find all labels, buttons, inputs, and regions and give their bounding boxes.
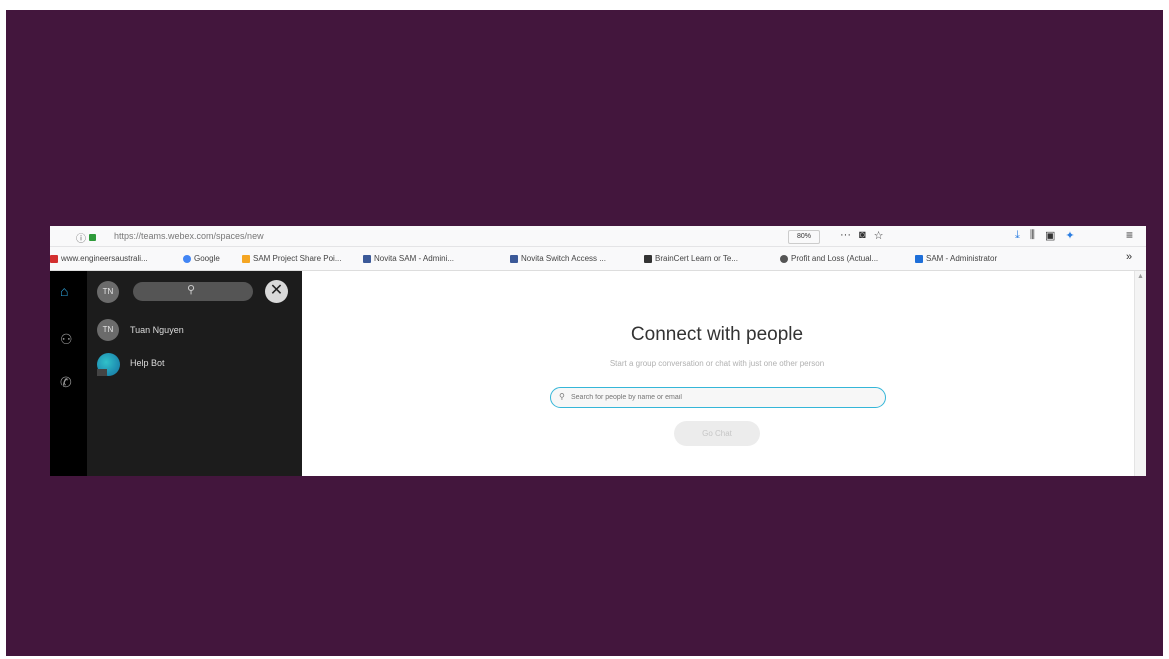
bookmark-star-icon[interactable]: ☆ — [874, 229, 884, 242]
page-title: Connect with people — [630, 324, 804, 345]
bookmark-label: Novita SAM - Admini... — [374, 254, 455, 263]
scroll-up-icon[interactable]: ▲ — [1137, 273, 1144, 280]
bookmark-item[interactable]: SAM - Administrator — [915, 254, 997, 263]
sidebar-toggle-icon[interactable]: ▣ — [1045, 229, 1055, 242]
folder-icon — [242, 254, 250, 263]
toolbar-icons: ⤓ ⫼ ▣ ✦ — [1015, 229, 1075, 242]
url-bar: ⓘ https://teams.webex.com/spaces/new 80%… — [50, 226, 1146, 247]
joomla-icon — [363, 254, 371, 263]
joomla-icon — [510, 254, 518, 263]
url-text[interactable]: https://teams.webex.com/spaces/new — [114, 231, 264, 241]
bookmark-item[interactable]: BrainCert Learn or Te... — [644, 254, 738, 263]
google-icon — [183, 254, 191, 263]
bookmark-label: SAM - Administrator — [926, 254, 998, 263]
more-bookmarks-icon[interactable]: » — [1126, 251, 1132, 263]
download-icon[interactable]: ⤓ — [1015, 229, 1020, 242]
connect-panel: Connect with people Start a group conver… — [302, 271, 1146, 476]
pocket-icon[interactable]: ◙ — [859, 229, 866, 242]
doc-icon — [915, 254, 923, 263]
spaces-panel: TN ⚲ ✕ TN Tuan Nguyen Help Bot — [87, 271, 302, 476]
home-icon[interactable]: ⌂ — [60, 283, 68, 299]
spaces-search[interactable]: ⚲ — [133, 282, 253, 301]
search-icon: ⚲ — [187, 284, 196, 296]
bookmark-label: Google — [194, 254, 220, 263]
page-scrollbar[interactable]: ▲ — [1134, 271, 1146, 476]
bookmark-label: Novita Switch Access ... — [521, 254, 606, 263]
webex-app: ⌂ ⚇ ✆ TN ⚲ ✕ TN Tuan Nguyen Help Bot Con… — [50, 271, 1146, 476]
close-icon: ✕ — [269, 282, 284, 299]
globe-icon — [780, 254, 788, 263]
lock-icon — [89, 234, 96, 241]
zoom-level[interactable]: 80% — [788, 230, 820, 244]
bookmark-icon — [50, 254, 58, 263]
bookmark-item[interactable]: www.engineersaustrali... — [50, 254, 148, 263]
bookmark-item[interactable]: Profit and Loss (Actual... — [780, 254, 878, 263]
people-search-input[interactable] — [571, 391, 871, 403]
bookmark-label: www.engineersaustrali... — [61, 254, 148, 263]
people-search-field[interactable]: ⚲ — [550, 387, 886, 408]
phone-icon[interactable]: ✆ — [60, 374, 72, 391]
teams-icon[interactable]: ⚇ — [60, 331, 73, 348]
presentation-slide: ⓘ https://teams.webex.com/spaces/new 80%… — [6, 10, 1163, 656]
bot-badge-icon — [97, 369, 107, 376]
page-actions-menu-icon[interactable]: ··· — [840, 229, 851, 242]
contact-name: Help Bot — [130, 358, 165, 368]
bookmark-item[interactable]: SAM Project Share Poi... — [242, 254, 341, 263]
extension-icon[interactable]: ✦ — [1065, 229, 1074, 242]
page-subtitle: Start a group conversation or chat with … — [609, 359, 825, 368]
bookmark-item[interactable]: Novita SAM - Admini... — [363, 254, 454, 263]
library-icon[interactable]: ⫼ — [1030, 229, 1035, 242]
braincert-icon — [644, 254, 652, 263]
bookmarks-toolbar: www.engineersaustrali... Google SAM Proj… — [50, 247, 1146, 271]
contact-name: Tuan Nguyen — [130, 325, 184, 335]
go-chat-button[interactable]: Go Chat — [674, 421, 760, 446]
bookmark-label: BrainCert Learn or Te... — [655, 254, 739, 263]
user-avatar[interactable]: TN — [97, 281, 119, 303]
hamburger-menu-icon[interactable]: ≡ — [1126, 228, 1133, 242]
bookmark-item[interactable]: Google — [183, 254, 220, 263]
bookmark-item[interactable]: Novita Switch Access ... — [510, 254, 606, 263]
search-icon: ⚲ — [559, 392, 565, 401]
browser-screenshot: ⓘ https://teams.webex.com/spaces/new 80%… — [50, 226, 1146, 476]
page-actions: ··· ◙ ☆ — [840, 229, 884, 242]
contact-avatar: TN — [97, 319, 119, 341]
bookmark-label: Profit and Loss (Actual... — [791, 254, 879, 263]
bookmark-label: SAM Project Share Poi... — [253, 254, 342, 263]
info-icon[interactable]: ⓘ — [76, 230, 86, 245]
nav-rail: ⌂ ⚇ ✆ — [50, 271, 87, 476]
close-button[interactable]: ✕ — [265, 280, 288, 303]
url-bar-leading-icons: ⓘ — [76, 230, 96, 245]
